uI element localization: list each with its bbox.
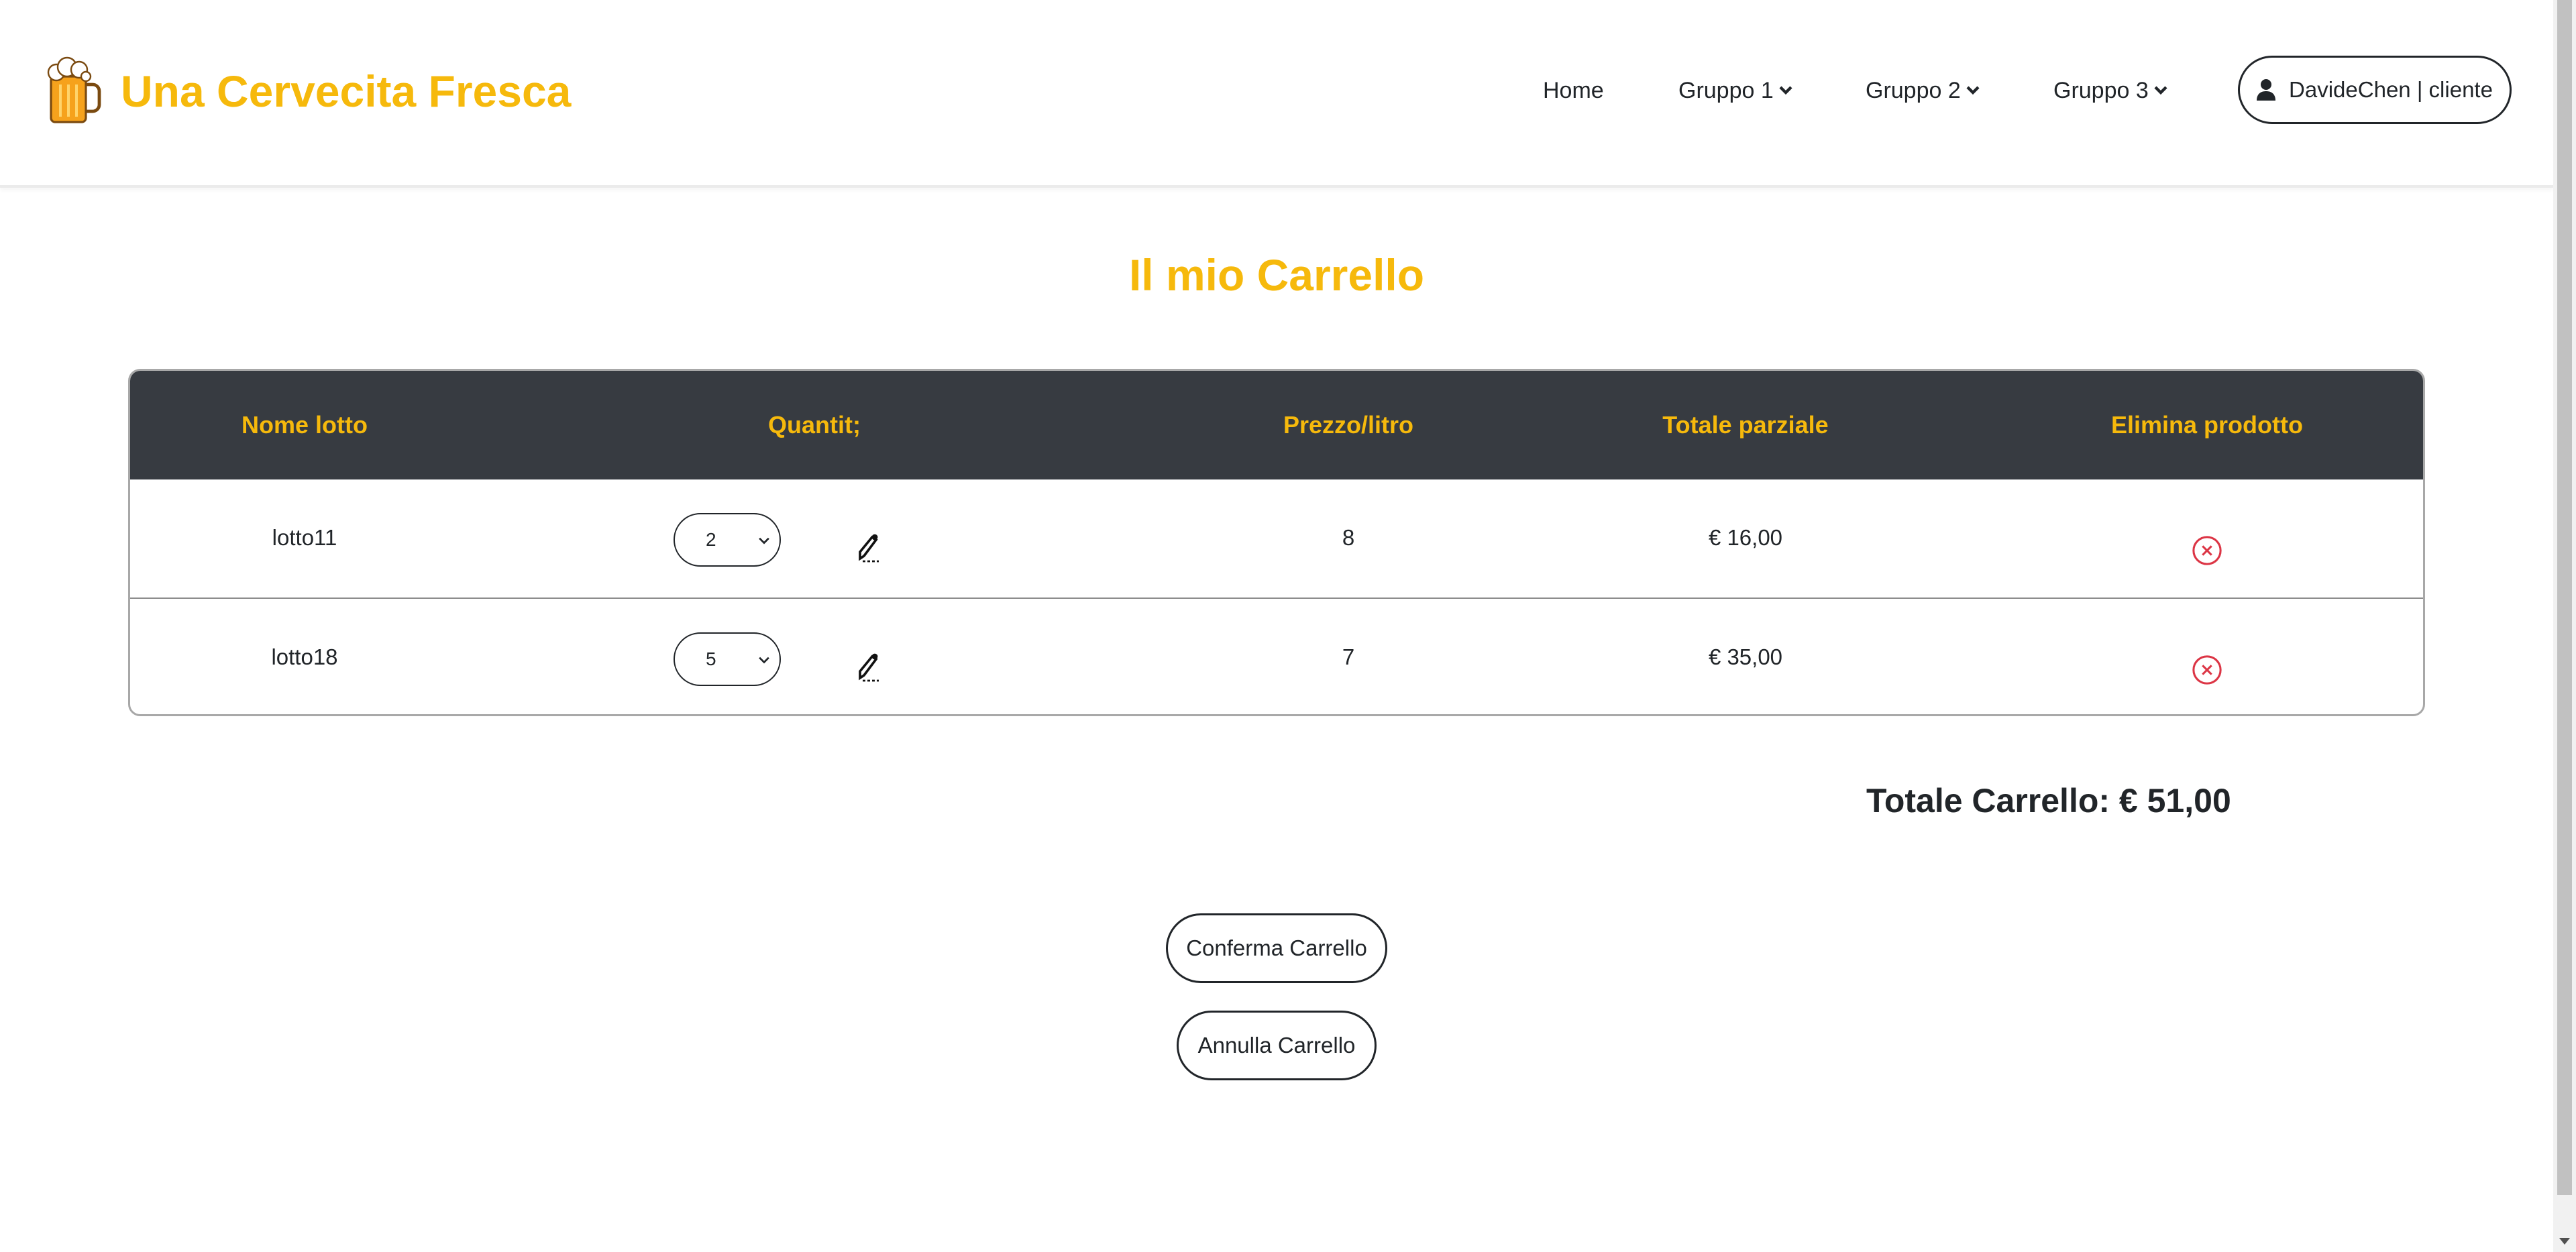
- pencil-icon[interactable]: [855, 533, 881, 564]
- delete-icon[interactable]: [2192, 535, 2222, 566]
- partial-total: € 35,00: [1708, 644, 1783, 669]
- chevron-down-icon: [759, 537, 769, 545]
- user-label: DavideChen | cliente: [2289, 77, 2493, 102]
- quantity-select[interactable]: 5: [674, 632, 781, 686]
- beer-mug-icon: [47, 56, 101, 123]
- quantity-value: 2: [706, 529, 716, 550]
- user-icon: [2257, 79, 2276, 101]
- lot-name: lotto11: [272, 525, 337, 550]
- nav-gruppo-1[interactable]: Gruppo 1: [1678, 74, 1792, 107]
- confirm-cart-button[interactable]: Conferma Carrello: [1166, 913, 1387, 983]
- nav-gruppo-3-label: Gruppo 3: [2053, 78, 2149, 103]
- pencil-icon[interactable]: [855, 652, 881, 683]
- nav-gruppo-1-label: Gruppo 1: [1678, 78, 1774, 103]
- delete-icon[interactable]: [2192, 655, 2222, 685]
- lot-name: lotto18: [271, 644, 338, 669]
- page-title: Il mio Carrello: [1128, 250, 1425, 300]
- navbar: Una Cervecita Fresca Home Gruppo 1 Grupp…: [0, 0, 2553, 188]
- quantity-select[interactable]: 2: [674, 513, 781, 567]
- nav-home-label: Home: [1543, 78, 1604, 103]
- cancel-cart-button[interactable]: Annulla Carrello: [1177, 1011, 1377, 1080]
- partial-total: € 16,00: [1708, 525, 1783, 550]
- confirm-cart-label: Conferma Carrello: [1186, 935, 1367, 960]
- quantity-value: 5: [706, 648, 716, 669]
- chevron-down-icon: [759, 657, 769, 664]
- cart-table: Nome lotto Quantit; Prezzo/litro Totale …: [128, 369, 2425, 716]
- nav-home[interactable]: Home: [1543, 74, 1604, 107]
- price-per-liter: 8: [1342, 525, 1355, 550]
- chevron-down-icon: [1779, 86, 1792, 95]
- nav-gruppo-2-label: Gruppo 2: [1866, 78, 1961, 103]
- table-row: lotto18 5 7 € 35,00: [130, 597, 2423, 714]
- col-header-subtotal: Totale parziale: [1662, 411, 1829, 439]
- col-header-price: Prezzo/litro: [1283, 411, 1414, 439]
- user-menu-button[interactable]: DavideChen | cliente: [2238, 56, 2512, 124]
- scrollbar-thumb[interactable]: [2557, 0, 2572, 1195]
- nav-gruppo-3[interactable]: Gruppo 3: [2053, 74, 2167, 107]
- table-header: Nome lotto Quantit; Prezzo/litro Totale …: [130, 371, 2423, 479]
- brand[interactable]: Una Cervecita Fresca: [46, 55, 571, 127]
- col-header-delete: Elimina prodotto: [2111, 411, 2303, 439]
- chevron-down-icon: [2154, 86, 2167, 95]
- col-header-quantity: Quantit;: [768, 411, 861, 439]
- chevron-down-icon: [1966, 86, 1980, 95]
- nav-gruppo-2[interactable]: Gruppo 2: [1866, 74, 1980, 107]
- col-header-name: Nome lotto: [241, 411, 368, 439]
- cancel-cart-label: Annulla Carrello: [1197, 1033, 1356, 1058]
- page-scrollbar[interactable]: [2553, 0, 2576, 1252]
- cart-total: Totale Carrello: € 51,00: [1866, 782, 2231, 819]
- table-row: lotto11 2 8 € 16,00: [130, 479, 2423, 597]
- scroll-down-icon[interactable]: [2559, 1238, 2570, 1245]
- brand-name: Una Cervecita Fresca: [121, 66, 572, 116]
- price-per-liter: 7: [1342, 644, 1355, 669]
